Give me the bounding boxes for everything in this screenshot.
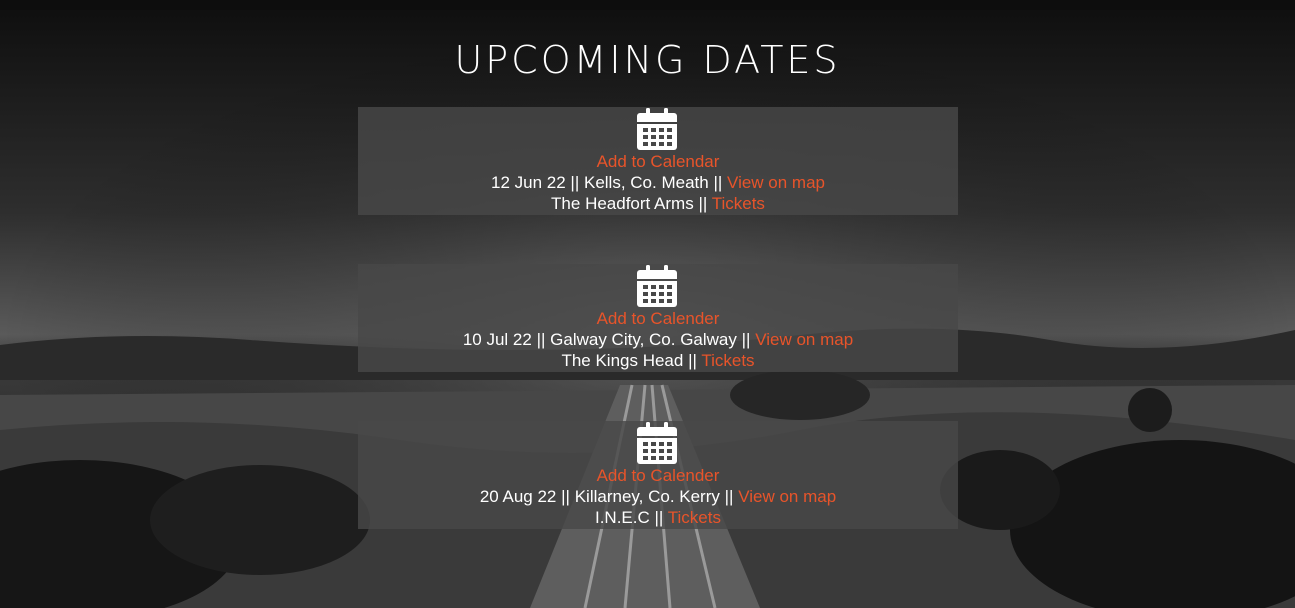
page-title: UPCOMING DATES [454,38,841,83]
add-to-calendar-link[interactable]: Add to Calender [597,309,720,328]
top-bar [0,0,1295,10]
event-date-location: 12 Jun 22 || Kells, Co. Meath || View on… [358,172,958,193]
separator: || [741,330,751,349]
view-on-map-link[interactable]: View on map [727,173,825,192]
event-location: Killarney, Co. Kerry [574,487,720,506]
event-venue-tickets: I.N.E.C || Tickets [358,507,958,528]
tickets-link[interactable]: Tickets [668,508,721,527]
event-card: Add to Calendar 12 Jun 22 || Kells, Co. … [358,107,958,215]
tickets-link[interactable]: Tickets [712,194,765,213]
event-date: 10 Jul 22 [462,330,532,349]
event-venue-tickets: The Kings Head || Tickets [358,350,958,371]
calendar-icon[interactable] [637,421,677,465]
event-date-location: 20 Aug 22 || Killarney, Co. Kerry || Vie… [358,486,958,507]
event-date-location: 10 Jul 22 || Galway City, Co. Galway || … [358,329,958,350]
add-to-calendar-link[interactable]: Add to Calendar [597,152,720,171]
separator: || [724,487,734,506]
event-venue-tickets: The Headfort Arms || Tickets [358,193,958,214]
separator: || [713,173,723,192]
event-location: Kells, Co. Meath [583,173,709,192]
event-date: 12 Jun 22 [490,173,566,192]
event-date: 20 Aug 22 [479,487,557,506]
event-location: Galway City, Co. Galway [550,330,737,349]
add-to-calendar-link[interactable]: Add to Calender [597,466,720,485]
event-venue: The Headfort Arms [551,194,694,213]
event-card: Add to Calender 20 Aug 22 || Killarney, … [358,421,958,529]
event-card: Add to Calender 10 Jul 22 || Galway City… [358,264,958,372]
view-on-map-link[interactable]: View on map [738,487,836,506]
separator: || [536,330,546,349]
separator: || [570,173,580,192]
separator: || [654,508,664,527]
event-venue: The Kings Head [561,351,684,370]
separator: || [688,351,697,370]
tickets-link[interactable]: Tickets [701,351,754,370]
separator: || [698,194,708,213]
event-venue: I.N.E.C [594,508,650,527]
calendar-icon[interactable] [637,264,677,308]
separator: || [561,487,570,506]
view-on-map-link[interactable]: View on map [755,330,853,349]
calendar-icon[interactable] [637,107,677,151]
